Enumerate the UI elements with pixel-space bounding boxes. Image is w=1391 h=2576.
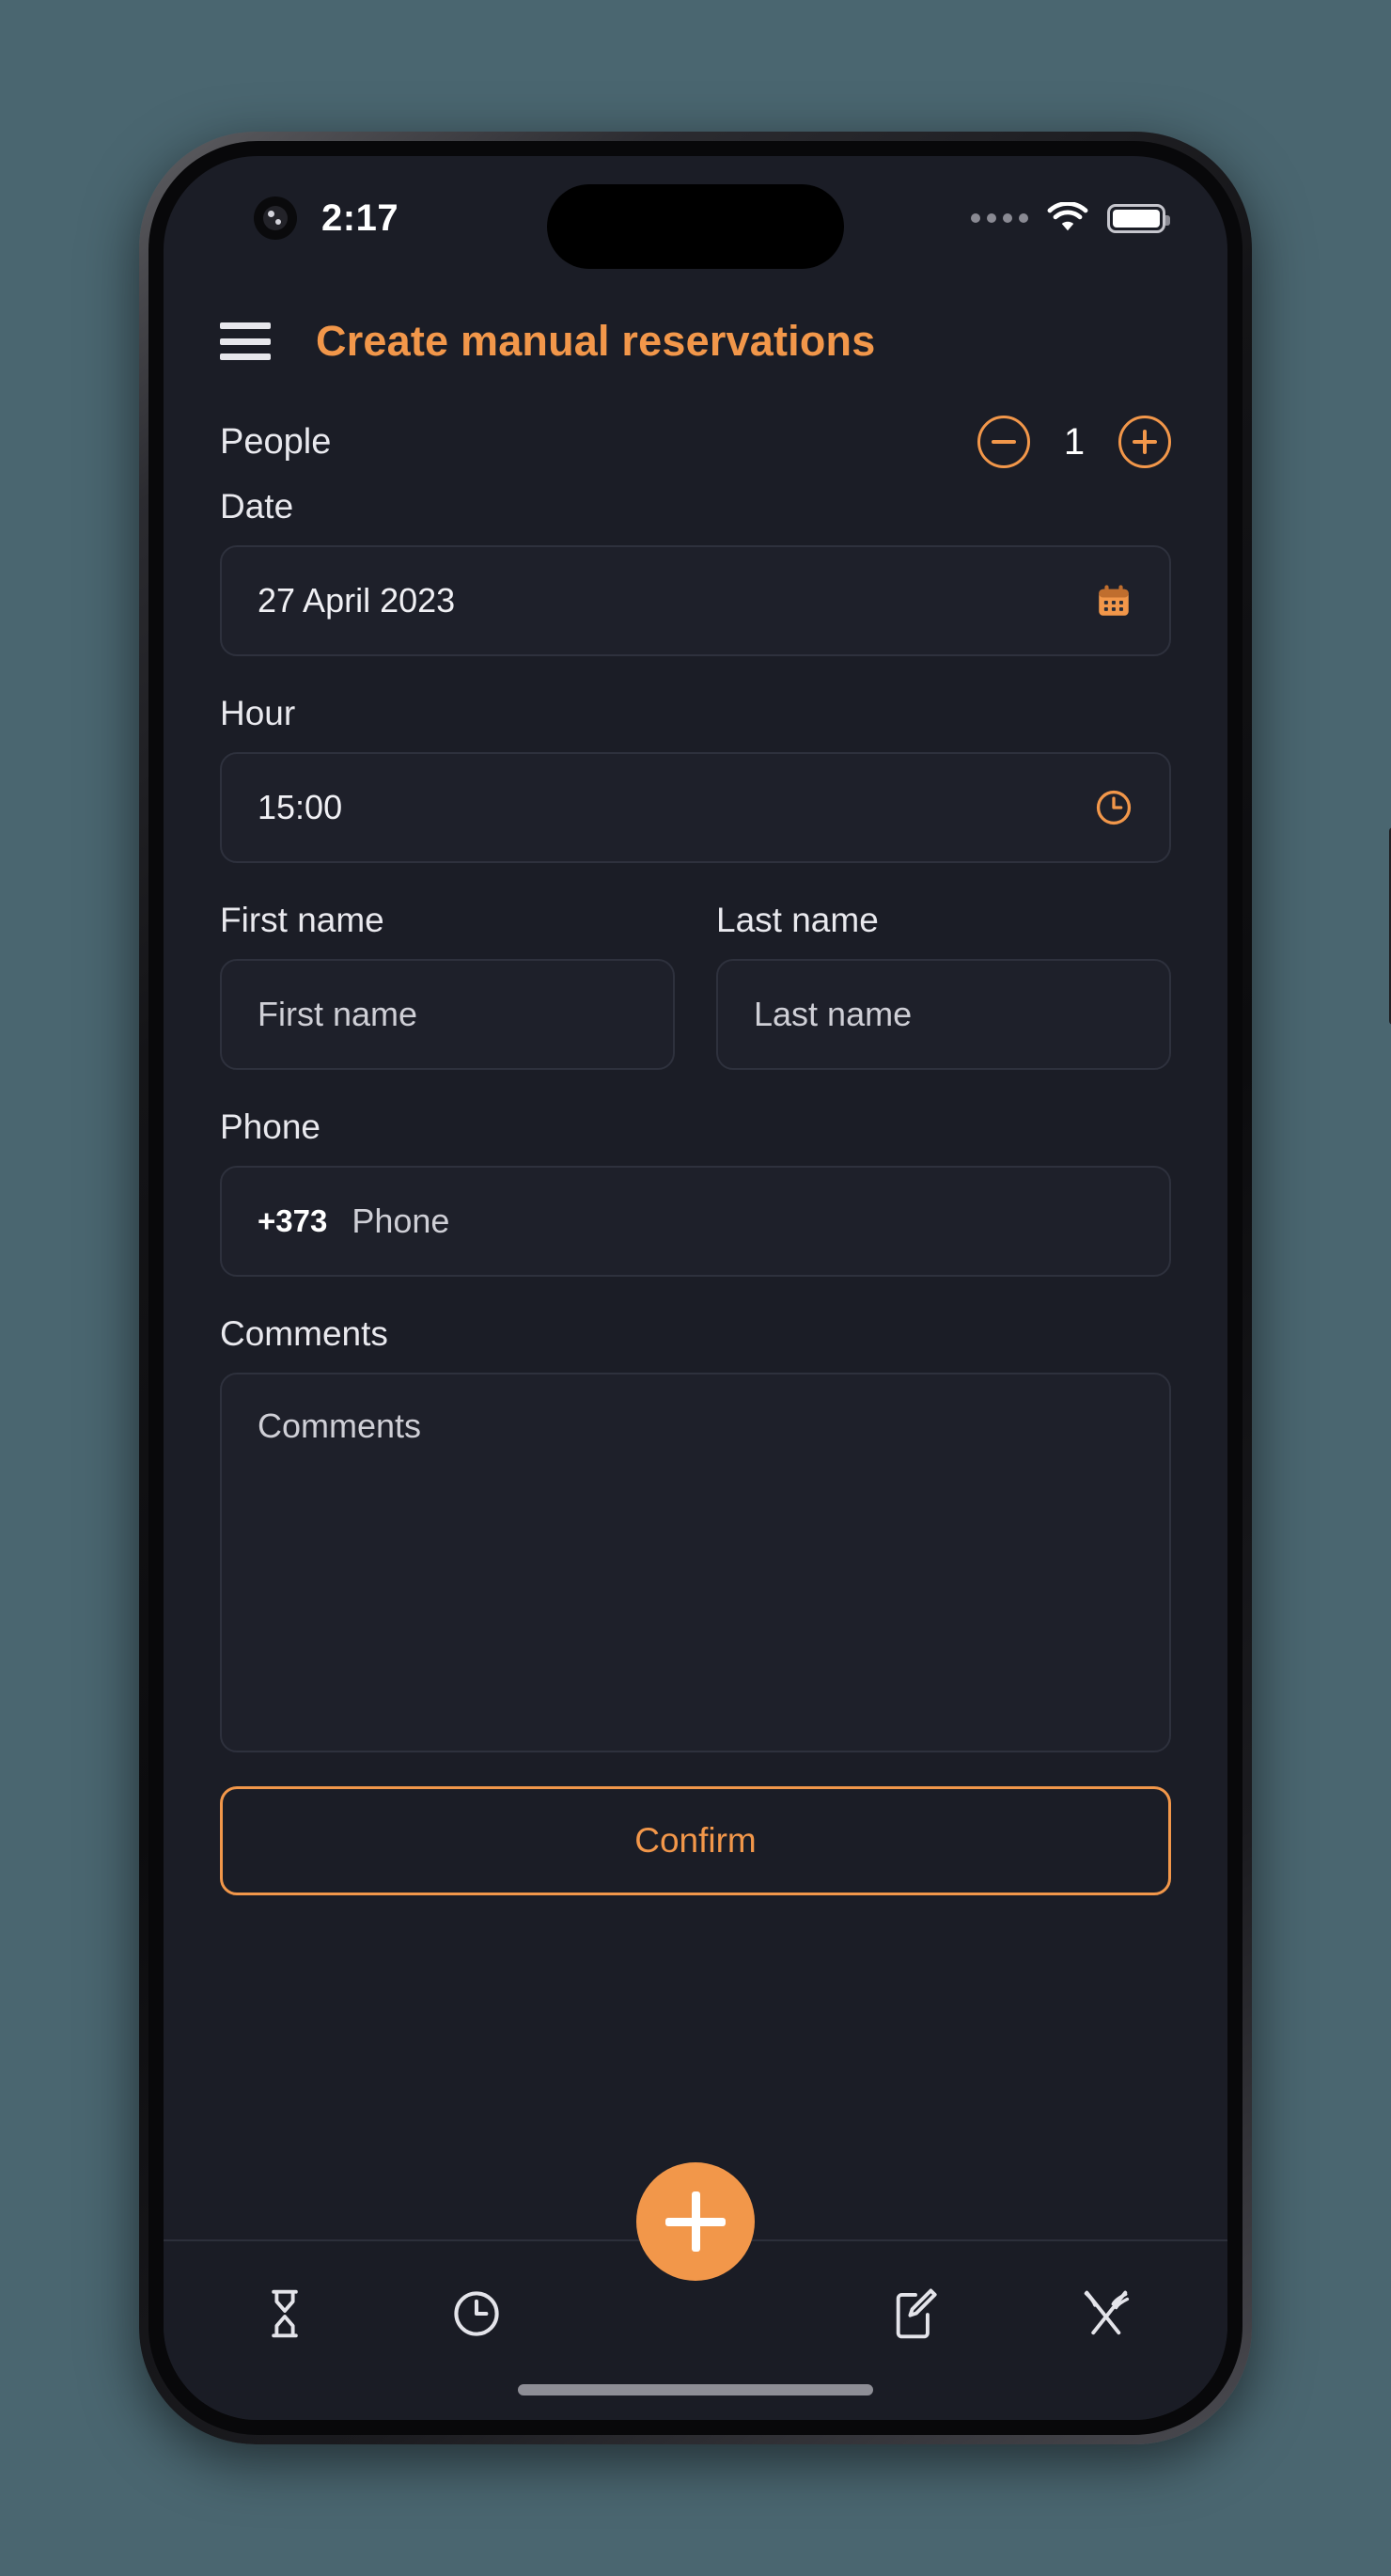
hour-field[interactable]: 15:00: [220, 752, 1171, 863]
phone-placeholder: Phone: [352, 1202, 450, 1240]
phone-screen: 2:17 Create manual reservations People 1…: [164, 156, 1227, 2420]
nav-item-create[interactable]: [873, 2287, 958, 2340]
phone-label: Phone: [220, 1107, 320, 1146]
nav-item-menu[interactable]: [1064, 2287, 1149, 2340]
people-row: People 1: [220, 397, 1171, 487]
phone-field[interactable]: +373 Phone: [220, 1166, 1171, 1277]
front-camera-icon: [254, 196, 297, 240]
last-name-label: Last name: [716, 901, 879, 939]
minus-circle-icon[interactable]: [977, 416, 1030, 468]
home-indicator[interactable]: [518, 2384, 873, 2395]
battery-full-icon: [1107, 203, 1170, 233]
wifi-icon: [1047, 202, 1088, 231]
last-name-placeholder: Last name: [754, 995, 913, 1033]
date-field[interactable]: 27 April 2023: [220, 545, 1171, 656]
signal-dots-icon: [971, 213, 1028, 223]
comments-placeholder: Comments: [258, 1406, 422, 1445]
people-label: People: [220, 421, 332, 462]
dynamic-island: [547, 184, 844, 269]
first-name-field[interactable]: First name: [220, 959, 675, 1070]
confirm-button[interactable]: Confirm: [220, 1786, 1171, 1895]
status-indicators: [971, 202, 1170, 234]
status-bar: 2:17: [164, 156, 1227, 280]
name-row: First name First name Last name Last nam…: [220, 901, 1171, 1107]
last-name-field[interactable]: Last name: [716, 959, 1171, 1070]
people-stepper: 1: [977, 416, 1171, 468]
status-time: 2:17: [321, 196, 399, 239]
date-label: Date: [220, 487, 294, 526]
page-title: Create manual reservations: [316, 317, 876, 365]
plus-circle-icon[interactable]: [1118, 416, 1171, 468]
hourglass-icon: [272, 2289, 298, 2338]
reservation-form: People 1 Date 27 April 2023 Hour 15:00 F…: [164, 397, 1227, 1895]
last-name-group: Last name Last name: [716, 901, 1171, 1107]
nav-item-pending[interactable]: [242, 2287, 327, 2340]
nav-item-history[interactable]: [434, 2288, 519, 2339]
calendar-icon[interactable]: [1094, 581, 1133, 620]
clock-icon: [453, 2291, 499, 2336]
app-header: Create manual reservations: [164, 280, 1227, 391]
first-name-placeholder: First name: [258, 995, 418, 1033]
clock-icon[interactable]: [1094, 788, 1133, 827]
hour-value: 15:00: [258, 788, 343, 826]
phone-bezel: 2:17 Create manual reservations People 1…: [148, 141, 1243, 2435]
first-name-group: First name First name: [220, 901, 675, 1107]
people-count: 1: [1063, 420, 1086, 463]
date-value: 27 April 2023: [258, 581, 456, 620]
phone-frame: 2:17 Create manual reservations People 1…: [139, 132, 1391, 2444]
hamburger-menu-icon[interactable]: [220, 322, 271, 360]
cutlery-icon: [1084, 2290, 1130, 2335]
hour-label: Hour: [220, 694, 296, 732]
comments-field[interactable]: Comments: [220, 1373, 1171, 1752]
compose-edit-icon: [896, 2288, 937, 2339]
phone-country-code[interactable]: +373: [258, 1203, 327, 1239]
add-reservation-fab[interactable]: [636, 2162, 755, 2281]
confirm-button-label: Confirm: [634, 1821, 757, 1860]
comments-label: Comments: [220, 1314, 388, 1353]
first-name-label: First name: [220, 901, 384, 939]
